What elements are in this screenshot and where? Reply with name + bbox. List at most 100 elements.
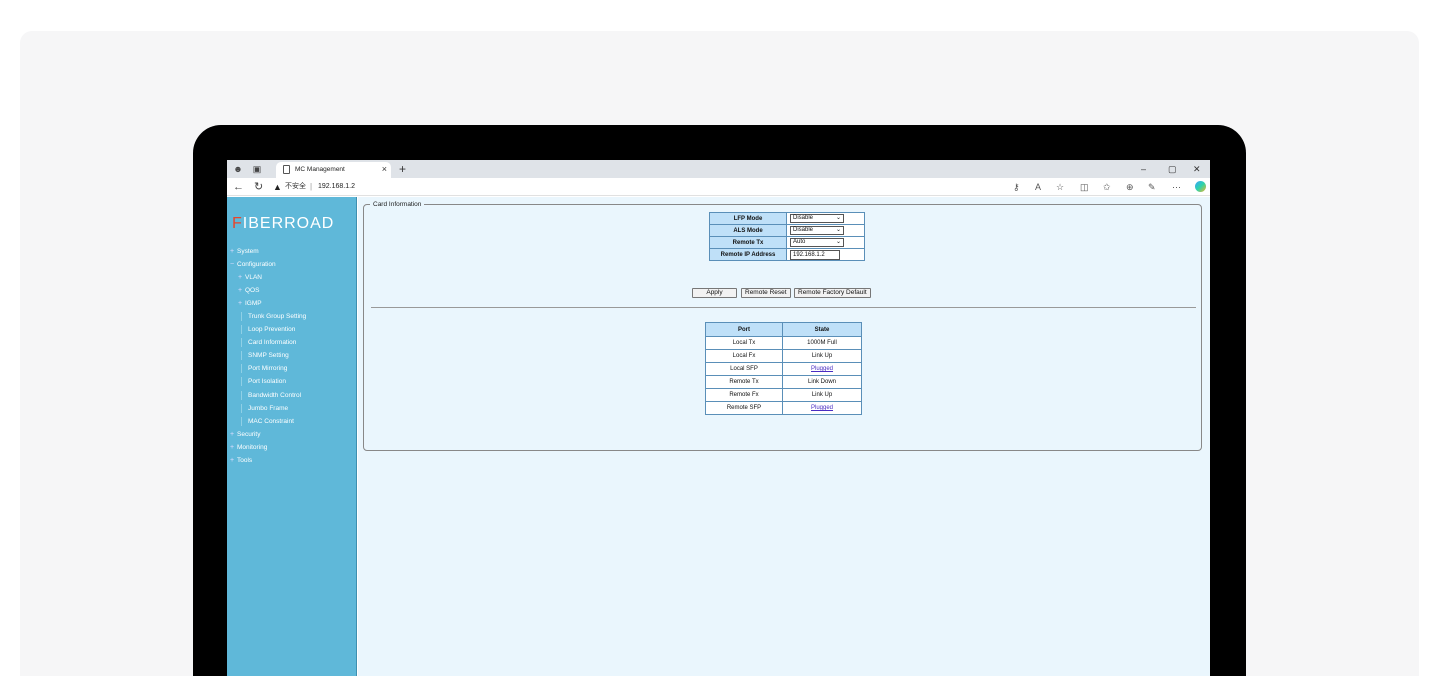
table-row: Local Fx Link Up <box>705 349 862 363</box>
sidebar-item-vlan[interactable]: + VLAN <box>238 273 262 282</box>
tab-actions-icon[interactable]: ▣ <box>252 164 262 174</box>
table-row: Remote SFP Plugged <box>705 401 862 415</box>
als-mode-select[interactable]: Disable ⌄ <box>790 226 844 235</box>
restore-button[interactable]: ▢ <box>1168 162 1177 176</box>
sidebar-item-label: Configuration <box>237 261 276 268</box>
table-header-row: Port State <box>705 322 862 337</box>
setting-label: Remote Tx <box>709 236 787 249</box>
sidebar-item-card-information[interactable]: Card Information <box>241 338 296 347</box>
main-content: Card Information LFP Mode Disable ⌄ ALS M… <box>358 197 1210 676</box>
key-icon[interactable]: ⚷ <box>1013 181 1020 193</box>
refresh-icon[interactable]: ↻ <box>254 180 263 194</box>
table-row: Remote Tx Auto ⌄ <box>709 236 865 249</box>
close-window-button[interactable]: ✕ <box>1193 162 1201 176</box>
column-header-state: State <box>782 322 862 337</box>
split-screen-icon[interactable]: ◫ <box>1080 181 1089 193</box>
chevron-down-icon: ⌄ <box>835 215 841 221</box>
state-cell: Plugged <box>782 401 862 415</box>
setting-label: ALS Mode <box>709 224 787 237</box>
collapse-icon[interactable]: − <box>230 260 237 269</box>
sidebar-item-label: Port Mirroring <box>248 365 288 372</box>
remote-reset-button[interactable]: Remote Reset <box>741 288 791 298</box>
sidebar-item-jumbo-frame[interactable]: Jumbo Frame <box>241 404 288 413</box>
apply-button[interactable]: Apply <box>692 288 737 298</box>
state-cell: Link Down <box>782 375 862 389</box>
table-row: ALS Mode Disable ⌄ <box>709 224 865 237</box>
port-cell: Remote Fx <box>705 388 783 402</box>
remote-ip-input[interactable]: 192.168.1.2 <box>790 249 840 260</box>
page-icon <box>283 165 290 174</box>
expand-icon[interactable]: + <box>238 286 245 295</box>
sidebar-item-snmp-setting[interactable]: SNMP Setting <box>241 351 289 360</box>
expand-icon[interactable]: + <box>230 443 237 452</box>
sidebar-item-loop-prevention[interactable]: Loop Prevention <box>241 325 295 334</box>
new-tab-button[interactable]: + <box>399 161 406 177</box>
remote-factory-default-button[interactable]: Remote Factory Default <box>794 288 871 298</box>
sidebar-item-port-isolation[interactable]: Port Isolation <box>241 377 286 386</box>
port-status-table: Port State Local Tx 1000M Full Local Fx Lin… <box>705 322 862 415</box>
chevron-down-icon: ⌄ <box>835 227 841 233</box>
copilot-icon[interactable] <box>1195 181 1206 192</box>
state-cell: Link Up <box>782 388 862 402</box>
security-label: 不安全 <box>285 183 306 190</box>
tree-line <box>241 377 242 386</box>
sidebar-item-bandwidth-control[interactable]: Bandwidth Control <box>241 391 301 400</box>
sidebar-item-label: SNMP Setting <box>248 352 289 359</box>
sidebar-item-label: QOS <box>245 287 260 294</box>
sidebar-item-label: Monitoring <box>237 444 268 451</box>
settings-table: LFP Mode Disable ⌄ ALS Mode Disable ⌄ Remo… <box>709 212 865 261</box>
remote-tx-select[interactable]: Auto ⌄ <box>790 238 844 247</box>
expand-icon[interactable]: + <box>230 247 237 256</box>
favorites-icon[interactable]: ✩ <box>1103 181 1111 193</box>
chevron-down-icon: ⌄ <box>835 239 841 245</box>
sidebar-item-label: Bandwidth Control <box>248 392 302 399</box>
tree-line <box>241 417 242 426</box>
sidebar-item-tools[interactable]: + Tools <box>230 456 252 465</box>
profile-icon[interactable]: ☻ <box>233 164 243 174</box>
state-cell: Link Up <box>782 349 862 363</box>
sidebar-item-label: Tools <box>237 457 253 464</box>
sidebar-item-label: MAC Constraint <box>248 418 294 425</box>
more-icon[interactable]: ⋯ <box>1172 181 1181 193</box>
setting-label: Remote IP Address <box>709 248 787 261</box>
table-row: Local Tx 1000M Full <box>705 336 862 350</box>
sidebar-item-system[interactable]: + System <box>230 247 259 256</box>
url-field[interactable]: ▲ 不安全 | 192.168.1.2 <box>271 180 1071 194</box>
sidebar-item-security[interactable]: + Security <box>230 430 260 439</box>
sidebar-item-monitoring[interactable]: + Monitoring <box>230 443 267 452</box>
address-bar: ← ↻ ▲ 不安全 | 192.168.1.2 ⚷ A ☆ ◫ ✩ ⊕ ✎ ⋯ <box>227 178 1210 196</box>
tree-line <box>241 351 242 360</box>
column-header-port: Port <box>705 322 783 337</box>
port-cell: Remote Tx <box>705 375 783 389</box>
sidebar-item-label: VLAN <box>245 274 262 281</box>
sidebar-item-trunk-group-setting[interactable]: Trunk Group Setting <box>241 312 306 321</box>
tab-close-icon[interactable]: × <box>382 163 387 176</box>
extensions-icon[interactable]: ✎ <box>1148 181 1156 193</box>
tree-line <box>241 404 242 413</box>
back-icon[interactable]: ← <box>233 180 244 194</box>
expand-icon[interactable]: + <box>230 456 237 465</box>
sidebar-item-qos[interactable]: + QOS <box>238 286 259 295</box>
state-cell: 1000M Full <box>782 336 862 350</box>
read-aloud-icon[interactable]: A <box>1035 181 1041 193</box>
expand-icon[interactable]: + <box>238 273 245 282</box>
lfp-mode-select[interactable]: Disable ⌄ <box>790 214 844 223</box>
minimize-button[interactable]: – <box>1141 162 1146 176</box>
favorite-icon[interactable]: ☆ <box>1056 181 1064 193</box>
sidebar-item-configuration[interactable]: − Configuration <box>230 260 276 269</box>
sidebar-item-igmp[interactable]: + IGMP <box>238 299 262 308</box>
table-row: LFP Mode Disable ⌄ <box>709 212 865 225</box>
expand-icon[interactable]: + <box>230 430 237 439</box>
sidebar-item-port-mirroring[interactable]: Port Mirroring <box>241 364 287 373</box>
sidebar-item-label: Port Isolation <box>248 378 286 385</box>
collections-icon[interactable]: ⊕ <box>1126 181 1134 193</box>
divider <box>371 307 1196 308</box>
url-text: 192.168.1.2 <box>318 183 355 190</box>
browser-tab[interactable]: MC Management × <box>276 162 391 178</box>
expand-icon[interactable]: + <box>238 299 245 308</box>
sfp-status-link[interactable]: Plugged <box>811 366 833 372</box>
sidebar-item-mac-constraint[interactable]: MAC Constraint <box>241 417 294 426</box>
tree-line <box>241 364 242 373</box>
sfp-status-link[interactable]: Plugged <box>811 405 833 411</box>
port-cell: Local SFP <box>705 362 783 376</box>
